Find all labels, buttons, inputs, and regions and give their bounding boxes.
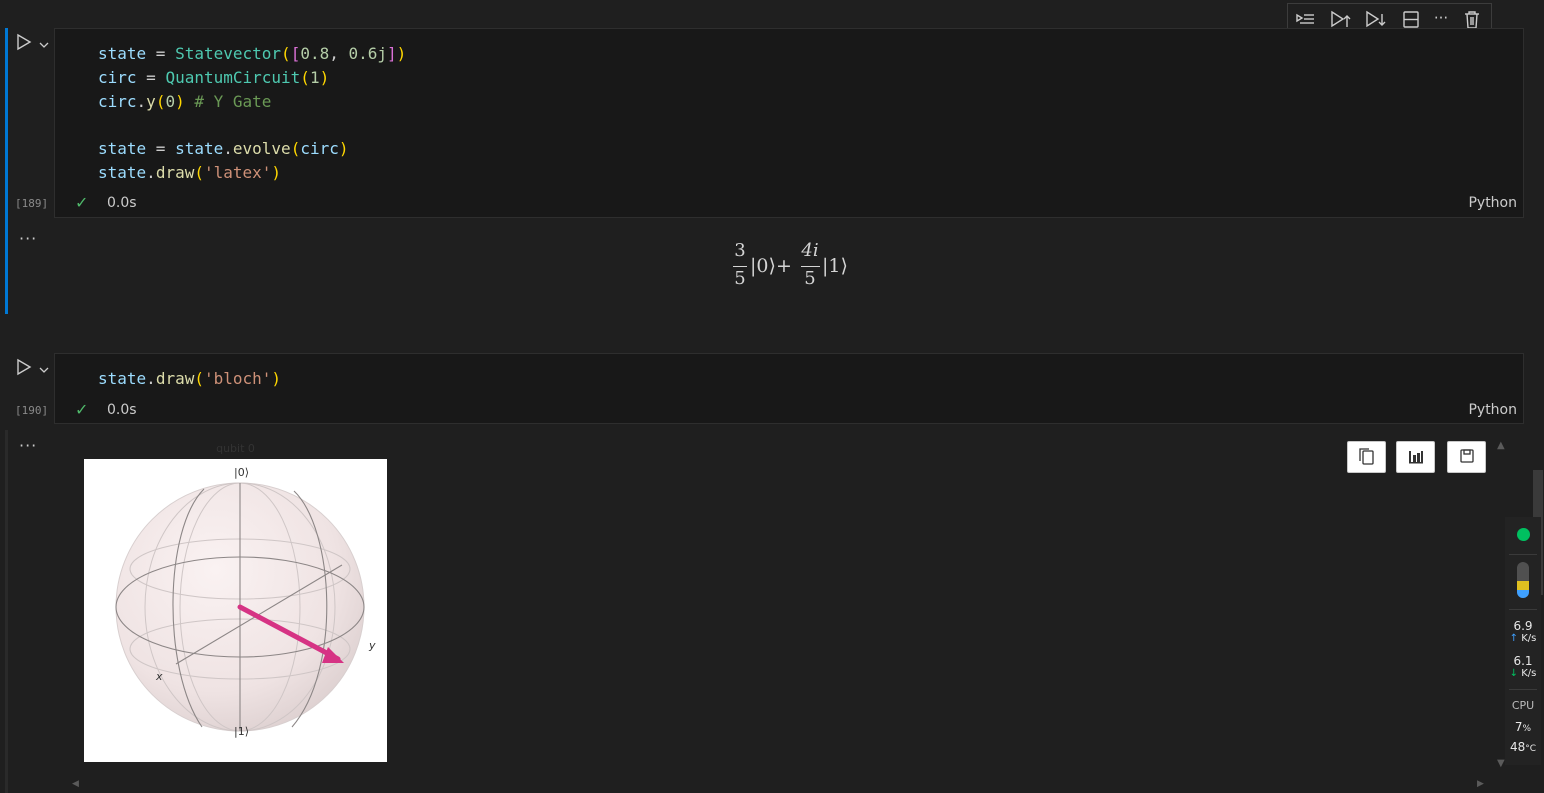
- code-line[interactable]: state.draw('bloch'): [98, 369, 281, 388]
- scroll-up-icon[interactable]: ▲: [1497, 440, 1505, 451]
- copy-output-button[interactable]: [1347, 441, 1386, 473]
- figure-title: qubit 0: [216, 442, 255, 455]
- execution-count: [190]: [15, 404, 49, 417]
- memory-meter: [1517, 562, 1529, 598]
- upload-unit: ↑ K/s: [1509, 633, 1537, 644]
- output-more-icon[interactable]: ···: [19, 229, 37, 248]
- system-monitor-widget: 6.9 ↑ K/s 6.1 ↓ K/s CPU 7% 48°C: [1505, 517, 1541, 765]
- divider: [1509, 689, 1537, 690]
- chevron-down-icon[interactable]: [38, 36, 50, 48]
- bloch-axis-y: y: [368, 639, 376, 652]
- bloch-label-zero: |0⟩: [234, 466, 249, 479]
- code-cell-2[interactable]: [54, 353, 1524, 424]
- code-line[interactable]: state = state.evolve(circ): [98, 139, 349, 158]
- save-output-button[interactable]: [1447, 441, 1486, 473]
- download-speed: 6.1: [1513, 654, 1533, 668]
- code-line[interactable]: circ.y(0) # Y Gate: [98, 92, 271, 111]
- bloch-axis-x: x: [155, 670, 163, 683]
- divider: [1509, 609, 1537, 610]
- cpu-usage: 7%: [1514, 720, 1532, 734]
- code-line[interactable]: state.draw('latex'): [98, 163, 281, 182]
- bloch-sphere-image: |0⟩ |1⟩ x y: [84, 459, 387, 762]
- fraction-denominator: 5: [804, 268, 816, 289]
- bloch-sphere-svg: |0⟩ |1⟩ x y: [115, 466, 376, 738]
- open-in-data-viewer-button[interactable]: [1396, 441, 1435, 473]
- fraction-numerator: 3: [734, 240, 746, 261]
- output-gutter: [5, 430, 8, 793]
- scroll-left-icon[interactable]: ◀: [72, 779, 79, 789]
- fraction-denominator: 5: [734, 268, 746, 289]
- fraction-numerator: 4i: [801, 240, 819, 261]
- copy-output-icon: [1359, 448, 1374, 465]
- save-output-icon: [1460, 449, 1474, 463]
- output-more-icon[interactable]: ···: [19, 436, 37, 455]
- chevron-down-icon[interactable]: [38, 361, 50, 373]
- execution-time: 0.0s: [107, 195, 137, 211]
- cpu-label: CPU: [1511, 699, 1535, 712]
- code-line[interactable]: circ = QuantumCircuit(1): [98, 68, 329, 87]
- divider: [1509, 554, 1537, 555]
- bloch-label-one: |1⟩: [234, 725, 249, 738]
- status-dot: [1517, 528, 1530, 541]
- scroll-right-icon[interactable]: ▶: [1477, 779, 1484, 789]
- scroll-down-icon[interactable]: ▼: [1497, 758, 1505, 769]
- cell-language[interactable]: Python: [1468, 402, 1517, 418]
- cpu-temperature: 48°C: [1509, 740, 1537, 754]
- ket-zero: |0⟩: [750, 255, 776, 277]
- run-cell-icon[interactable]: [15, 358, 33, 376]
- execution-time: 0.0s: [107, 402, 137, 418]
- ket-one: |1⟩: [822, 255, 848, 277]
- cell-language[interactable]: Python: [1468, 195, 1517, 211]
- open-in-data-viewer-icon: [1409, 451, 1423, 464]
- execution-count: [189]: [15, 197, 49, 210]
- success-check-icon: ✓: [75, 400, 89, 419]
- run-cell-icon[interactable]: [15, 33, 33, 51]
- cell-focus-indicator: [5, 28, 8, 314]
- upload-speed: 6.9: [1513, 619, 1533, 633]
- fraction-bar: [733, 266, 747, 267]
- fraction-bar: [801, 266, 820, 267]
- success-check-icon: ✓: [75, 193, 89, 212]
- plus-sign: +: [776, 255, 792, 277]
- code-line[interactable]: state = Statevector([0.8, 0.6j]): [98, 44, 406, 63]
- download-unit: ↓ K/s: [1509, 668, 1537, 679]
